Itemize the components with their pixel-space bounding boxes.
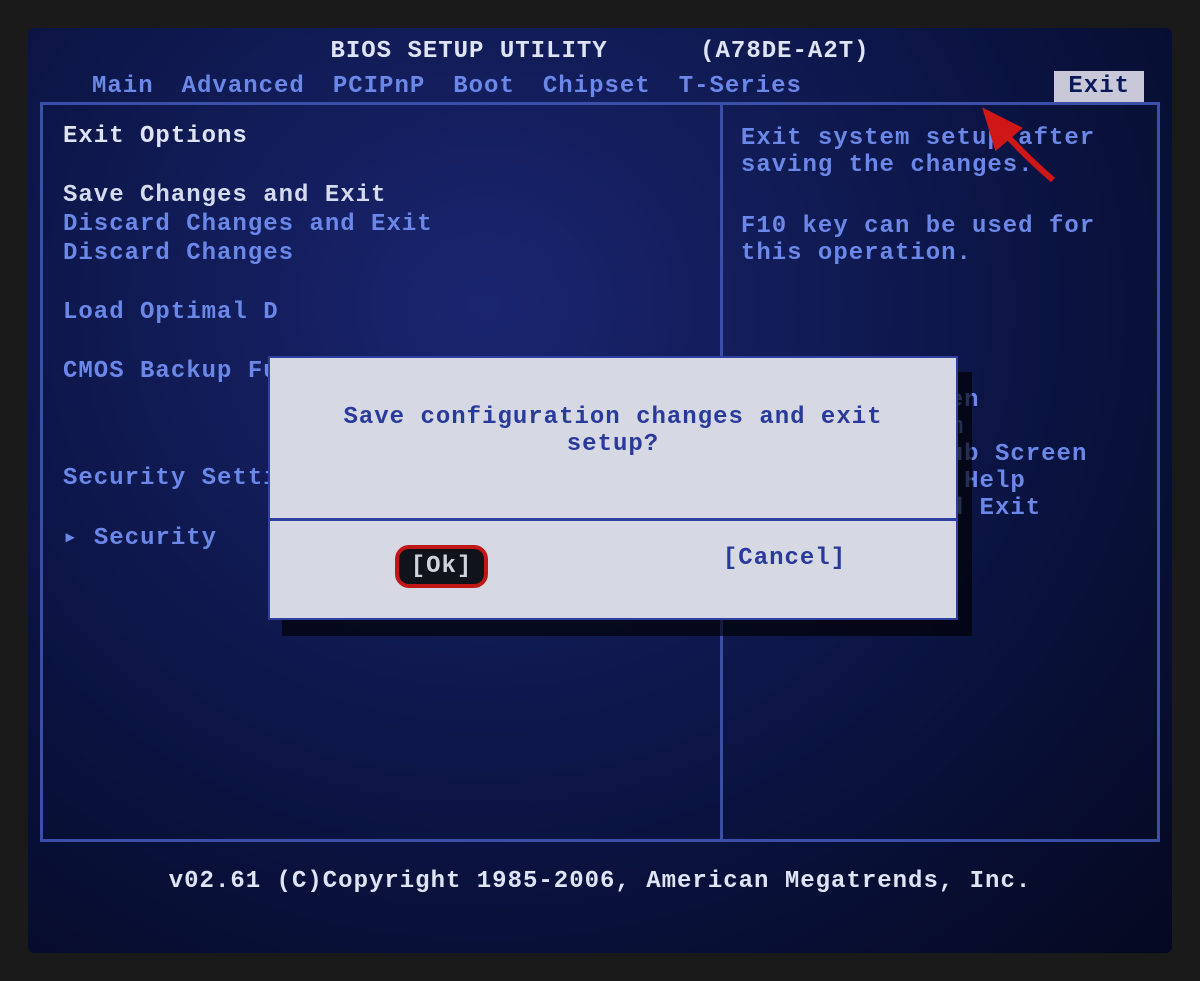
option-discard-changes-and-exit[interactable]: Discard Changes and Exit <box>63 211 700 238</box>
tab-pcipnp[interactable]: PCIPnP <box>319 71 439 102</box>
help-line-1: Exit system setup after saving the chang… <box>741 125 1139 179</box>
ok-button-label: [Ok] <box>407 553 477 580</box>
confirm-dialog: Save configuration changes and exit setu… <box>268 356 958 620</box>
option-discard-changes[interactable]: Discard Changes <box>63 240 700 267</box>
annotation-arrow-icon <box>968 100 1068 190</box>
bios-title: BIOS SETUP UTILITY <box>330 38 607 65</box>
submenu-security-label: Security <box>94 525 217 552</box>
tab-main[interactable]: Main <box>78 71 168 102</box>
help-line-2: F10 key can be used for this operation. <box>741 213 1139 267</box>
option-load-optimal-defaults[interactable]: Load Optimal D <box>63 299 700 326</box>
menu-tabs: Main Advanced PCIPnP Boot Chipset T-Seri… <box>28 71 1172 102</box>
help-text-2: F10 key can be used for this operation. <box>741 213 1139 267</box>
tab-tseries[interactable]: T-Series <box>665 71 816 102</box>
board-model: (A78DE-A2T) <box>700 38 869 65</box>
cancel-button[interactable]: [Cancel] <box>723 545 846 572</box>
tab-chipset[interactable]: Chipset <box>529 71 665 102</box>
copyright-footer: v02.61 (C)Copyright 1985-2006, American … <box>28 868 1172 895</box>
bios-screen: BIOS SETUP UTILITY (A78DE-A2T) Main Adva… <box>28 28 1172 953</box>
submenu-arrow-icon: ▸ <box>63 525 78 552</box>
ok-button[interactable]: [Ok] <box>395 545 489 588</box>
help-text: Exit system setup after saving the chang… <box>741 125 1139 179</box>
tab-exit[interactable]: Exit <box>1054 71 1144 102</box>
tab-advanced[interactable]: Advanced <box>168 71 319 102</box>
dialog-message: Save configuration changes and exit setu… <box>270 358 956 521</box>
title-bar: BIOS SETUP UTILITY (A78DE-A2T) <box>28 28 1172 71</box>
section-heading: Exit Options <box>63 123 700 150</box>
option-save-changes-and-exit[interactable]: Save Changes and Exit <box>63 182 700 209</box>
tab-boot[interactable]: Boot <box>439 71 529 102</box>
